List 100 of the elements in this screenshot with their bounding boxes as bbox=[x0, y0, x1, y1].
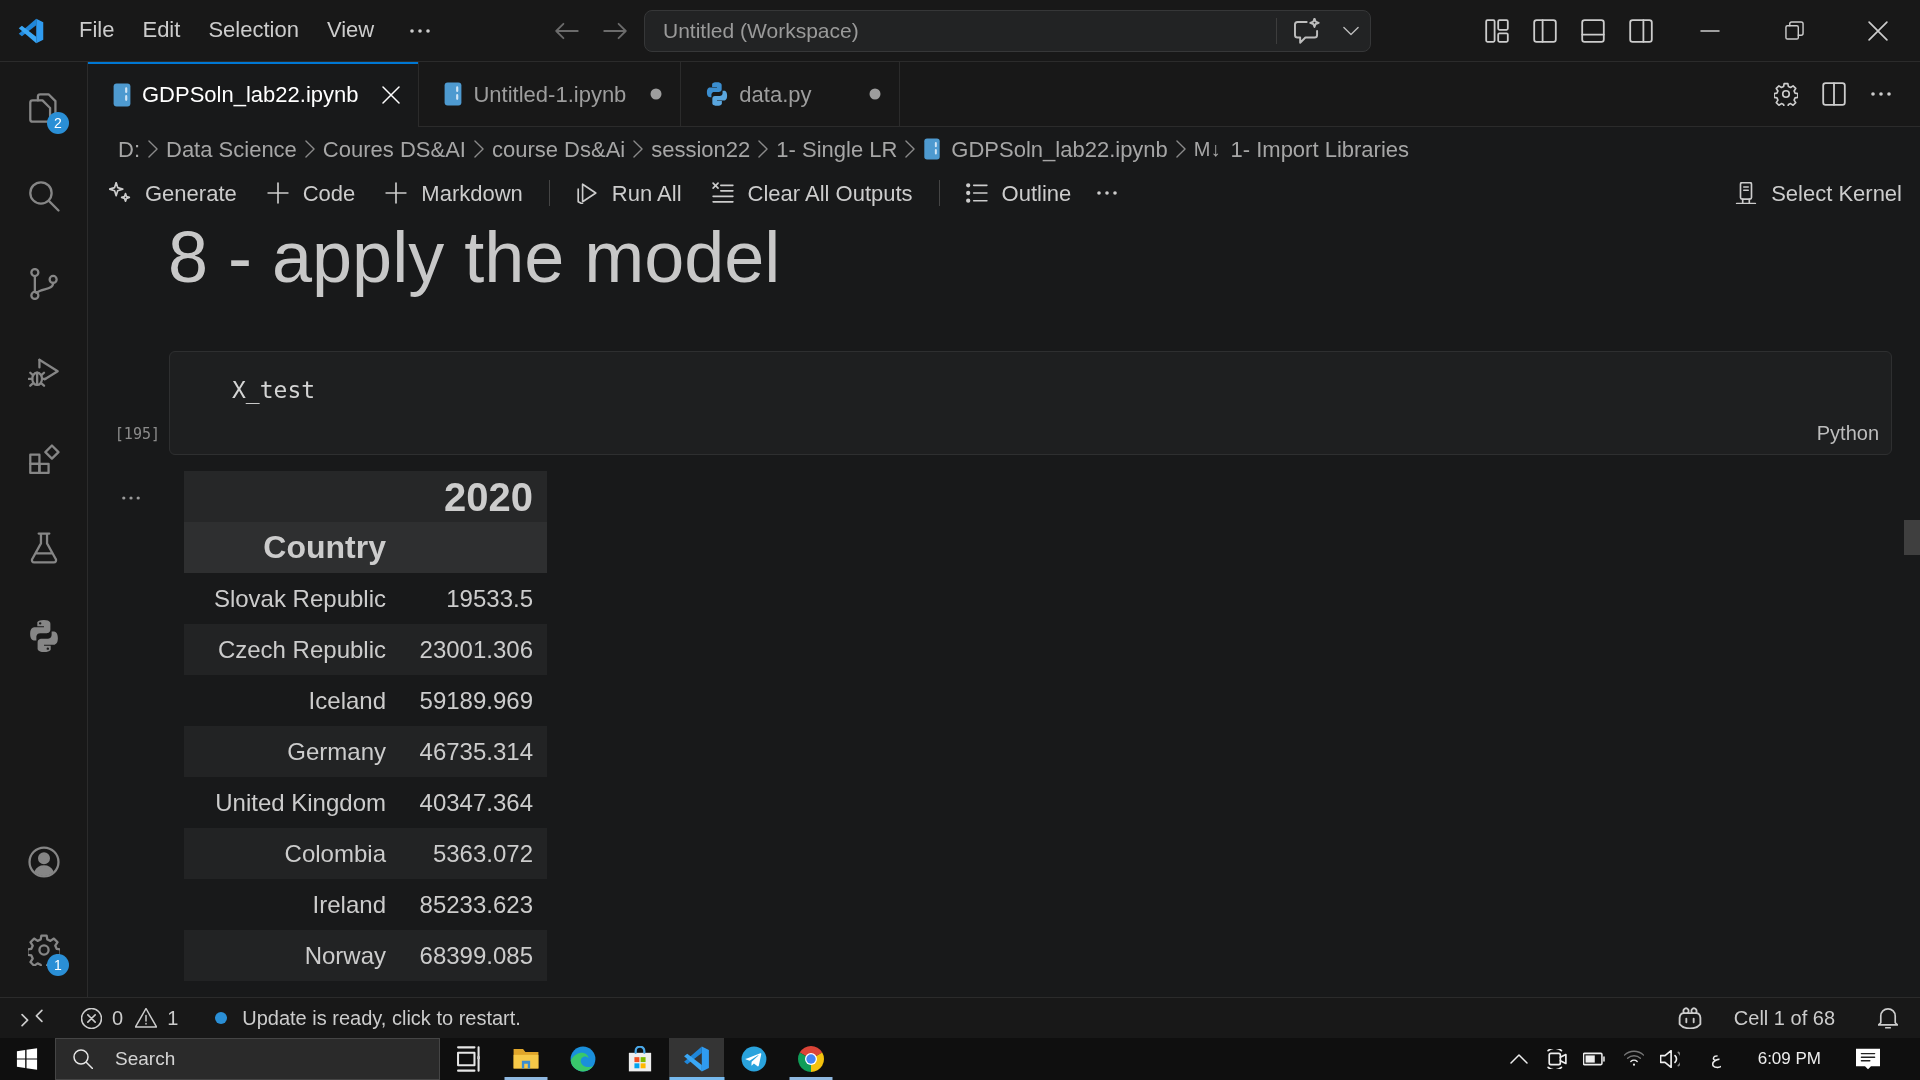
menu-item[interactable]: Edit bbox=[128, 14, 195, 47]
search-field[interactable]: Search bbox=[55, 1038, 440, 1080]
toolbar-button[interactable]: Clear All Outputs bbox=[707, 176, 917, 210]
shopping-bag-icon[interactable] bbox=[626, 1046, 653, 1072]
row-label: Iceland bbox=[184, 675, 400, 726]
paper-plane-icon[interactable] bbox=[740, 1046, 767, 1072]
breadcrumb-item[interactable]: session22 bbox=[651, 132, 751, 166]
toolbar-button[interactable]: Generate bbox=[105, 176, 241, 210]
app-logo-icon bbox=[17, 16, 45, 45]
menu-item[interactable]: File bbox=[65, 14, 129, 47]
chat-sparkle-icon[interactable] bbox=[1293, 17, 1321, 44]
kernel-button[interactable]: Select Kernel bbox=[1731, 176, 1906, 210]
restore-icon[interactable] bbox=[1784, 21, 1804, 40]
bottom-panel-icon[interactable] bbox=[1581, 18, 1605, 43]
toolbar-button[interactable]: Markdown bbox=[381, 176, 527, 210]
breadcrumb-item[interactable]: Data Science bbox=[166, 132, 297, 166]
list-icon bbox=[965, 182, 988, 204]
scrollbar-thumb[interactable] bbox=[1904, 520, 1920, 555]
search-icon bbox=[73, 1049, 93, 1069]
row-label: Germany bbox=[184, 726, 400, 777]
settings-icon[interactable] bbox=[1774, 82, 1798, 106]
notebook-icon bbox=[923, 138, 942, 160]
chevron-right-icon bbox=[304, 140, 315, 158]
sparkle-icon bbox=[109, 182, 131, 204]
layout-panels-icon[interactable] bbox=[1485, 18, 1509, 43]
battery-icon[interactable] bbox=[1582, 1052, 1605, 1066]
minimize-icon[interactable] bbox=[1700, 29, 1720, 32]
python-icon bbox=[705, 82, 730, 106]
tab[interactable]: GDPSoln_lab22.ipynb bbox=[88, 62, 420, 127]
warning-icon[interactable] bbox=[135, 1008, 158, 1028]
speaker-icon[interactable] bbox=[1659, 1050, 1680, 1068]
cell-position[interactable]: Cell 1 of 68 bbox=[1733, 1003, 1835, 1033]
task-view-icon[interactable] bbox=[455, 1046, 482, 1072]
breadcrumb-item[interactable]: 1- Import Libraries bbox=[1230, 132, 1410, 166]
markdown-icon: M↓ bbox=[1193, 134, 1221, 164]
menu-item[interactable]: View bbox=[312, 14, 389, 47]
split-editor-icon[interactable] bbox=[1822, 82, 1846, 106]
search-icon[interactable] bbox=[27, 180, 60, 212]
breadcrumb-item[interactable]: GDPSoln_lab22.ipynb bbox=[951, 132, 1168, 166]
notification-icon[interactable] bbox=[1856, 1048, 1880, 1070]
branch-icon[interactable] bbox=[27, 268, 60, 300]
windows-logo-icon[interactable] bbox=[16, 1048, 38, 1070]
tab[interactable]: Untitled-1.ipynb bbox=[419, 62, 682, 126]
clear-list-icon bbox=[711, 182, 734, 204]
clock[interactable]: 6:09 PM bbox=[1757, 1046, 1821, 1072]
toolbar-button[interactable]: Code bbox=[262, 176, 360, 210]
error-icon[interactable] bbox=[81, 1007, 102, 1029]
breadcrumb-item[interactable]: D: bbox=[118, 132, 140, 166]
remote-icon[interactable] bbox=[21, 1008, 43, 1028]
more-icon[interactable] bbox=[122, 495, 140, 500]
table-cell: 68399.085 bbox=[400, 930, 547, 981]
update-message[interactable]: Update is ready, click to restart. bbox=[242, 1003, 521, 1033]
table-cell: 85233.623 bbox=[400, 879, 547, 930]
plus-icon bbox=[266, 182, 289, 204]
breadcrumb-item[interactable]: 1- Single LR bbox=[776, 132, 898, 166]
breadcrumb-item[interactable]: Coures DS&AI bbox=[322, 132, 466, 166]
right-sidebar-icon[interactable] bbox=[1629, 18, 1653, 43]
bell-icon[interactable] bbox=[1878, 1007, 1898, 1029]
execution-count: [195] bbox=[114, 425, 160, 443]
run-all-icon bbox=[575, 182, 598, 204]
menu-item[interactable]: Selection bbox=[194, 14, 313, 47]
cell-language[interactable]: Python bbox=[1816, 422, 1879, 444]
table-cell: 19533.5 bbox=[400, 573, 547, 624]
input-language[interactable]: ع bbox=[1710, 1046, 1721, 1072]
app-logo-icon[interactable] bbox=[669, 1038, 724, 1080]
wifi-icon[interactable] bbox=[1623, 1050, 1644, 1068]
person-circle-icon[interactable] bbox=[27, 846, 60, 878]
robot-face-icon[interactable] bbox=[1677, 1007, 1702, 1029]
table-cell: 5363.072 bbox=[400, 828, 547, 879]
toolbar-button[interactable]: Outline bbox=[961, 176, 1076, 210]
chevron-up-icon[interactable] bbox=[1509, 1054, 1528, 1064]
status-dot-icon bbox=[215, 1012, 228, 1024]
camera-icon[interactable] bbox=[1546, 1049, 1567, 1069]
chevron-down-icon[interactable] bbox=[1343, 25, 1359, 36]
badge-count: 2 bbox=[47, 112, 69, 134]
row-label: Ireland bbox=[184, 879, 400, 930]
play-bug-icon[interactable] bbox=[27, 356, 60, 388]
breadcrumb-item[interactable]: course Ds&Ai bbox=[491, 132, 626, 166]
more-icon[interactable] bbox=[410, 28, 431, 33]
code-cell[interactable]: X_test Python bbox=[169, 351, 1892, 455]
close-icon[interactable] bbox=[1868, 20, 1888, 41]
more-icon[interactable] bbox=[1097, 191, 1118, 195]
left-sidebar-icon[interactable] bbox=[1533, 18, 1557, 43]
warning-count[interactable]: 1 bbox=[167, 1003, 179, 1033]
markdown-heading: 8 - apply the model bbox=[167, 216, 782, 299]
command-center[interactable]: Untitled (Workspace) bbox=[644, 9, 1371, 52]
tricolor-circle-icon[interactable] bbox=[797, 1046, 824, 1072]
row-label: Colombia bbox=[184, 828, 400, 879]
python-icon[interactable] bbox=[27, 620, 60, 652]
table-cell: 23001.306 bbox=[400, 624, 547, 675]
toolbar-button[interactable]: Run All bbox=[571, 176, 686, 210]
chevron-right-icon bbox=[1175, 140, 1186, 158]
wave-circle-icon[interactable] bbox=[569, 1046, 596, 1072]
blocks-icon[interactable] bbox=[27, 444, 60, 476]
code-line: X_test bbox=[232, 377, 316, 403]
tab[interactable]: data.py bbox=[681, 62, 901, 126]
notebook-icon bbox=[112, 82, 132, 107]
error-count[interactable]: 0 bbox=[112, 1003, 124, 1033]
more-icon[interactable] bbox=[1870, 92, 1892, 96]
table-cell: 59189.969 bbox=[400, 675, 547, 726]
